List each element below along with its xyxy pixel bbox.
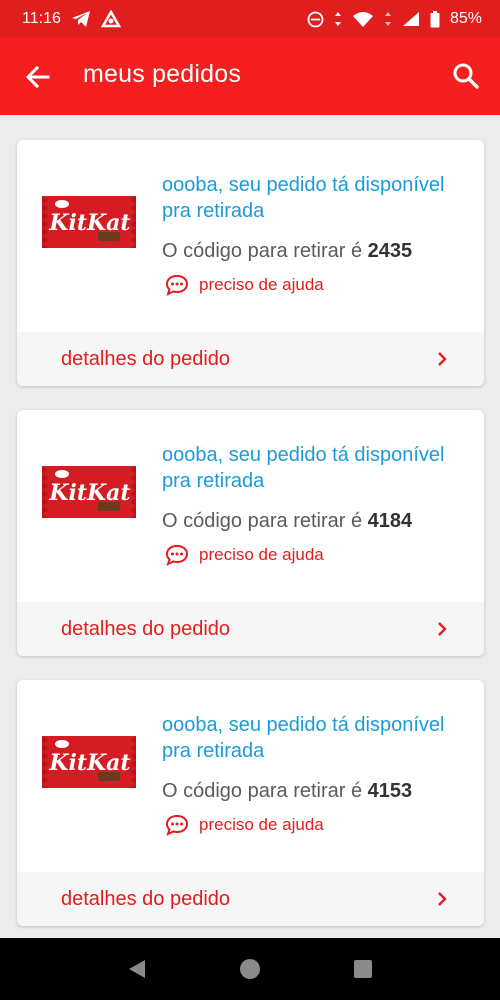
status-time: 11:16 [22,10,61,27]
orders-list[interactable]: KitKat oooba, seu pedido tá disponível p… [0,115,500,938]
pickup-code-text: O código para retirar é 2435 [162,240,412,263]
help-label: preciso de ajuda [199,545,324,564]
chevron-right-icon [438,622,447,636]
help-link[interactable]: preciso de ajuda [165,814,324,836]
signal-icon [402,12,419,26]
pickup-code-label: O código para retirar é [162,780,363,802]
wifi-icon [352,11,373,27]
nav-recents-button[interactable] [348,954,378,984]
help-link[interactable]: preciso de ajuda [165,544,324,566]
help-link[interactable]: preciso de ajuda [165,274,324,296]
square-recents-icon [354,960,373,978]
pickup-code-text: O código para retirar é 4153 [162,780,412,803]
chevron-right-icon [438,892,447,906]
nav-back-button[interactable] [122,954,152,984]
order-card: KitKat oooba, seu pedido tá disponível p… [17,680,484,926]
help-label: preciso de ajuda [199,275,324,294]
order-card: KitKat oooba, seu pedido tá disponível p… [17,410,484,656]
order-details-label: detalhes do pedido [61,617,231,640]
triangle-back-icon [128,960,145,978]
page-title: meus pedidos [83,60,242,88]
app-bar: meus pedidos [0,38,500,115]
pickup-code: 4153 [367,780,413,802]
chevron-right-icon [438,352,447,366]
status-bar: 11:16 85% [0,0,500,38]
order-details-label: detalhes do pedido [61,347,231,370]
order-headline: oooba, seu pedido tá disponível pra reti… [162,444,445,492]
pickup-code-text: O código para retirar é 4184 [162,510,412,533]
help-label: preciso de ajuda [199,815,324,834]
do-not-disturb-icon [307,11,324,27]
pickup-code: 2435 [367,240,413,262]
order-details-button[interactable]: detalhes do pedido [17,602,484,656]
kitkat-product-image: KitKat [42,466,136,518]
chat-bubble-icon [165,274,189,296]
order-details-button[interactable]: detalhes do pedido [17,332,484,386]
order-headline: oooba, seu pedido tá disponível pra reti… [162,174,445,222]
chat-bubble-icon [165,544,189,566]
notification-app-icon [100,10,121,28]
pickup-code: 4184 [367,510,413,532]
data-arrows-icon [334,12,341,26]
nav-home-button[interactable] [235,954,265,984]
telegram-icon [71,11,90,27]
kitkat-product-image: KitKat [42,196,136,248]
search-icon[interactable] [452,62,480,90]
battery-percent: 85% [449,10,482,27]
order-card: KitKat oooba, seu pedido tá disponível p… [17,140,484,386]
order-details-label: detalhes do pedido [61,887,231,910]
arrow-left-icon[interactable] [24,63,52,91]
order-details-button[interactable]: detalhes do pedido [17,872,484,926]
kitkat-product-image: KitKat [42,736,136,788]
pickup-code-label: O código para retirar é [162,240,363,262]
system-navigation-bar [0,938,500,1000]
circle-home-icon [239,959,260,979]
data-arrows-icon-2 [384,12,391,26]
order-headline: oooba, seu pedido tá disponível pra reti… [162,714,445,762]
pickup-code-label: O código para retirar é [162,510,363,532]
battery-icon [430,10,440,27]
chat-bubble-icon [165,814,189,836]
